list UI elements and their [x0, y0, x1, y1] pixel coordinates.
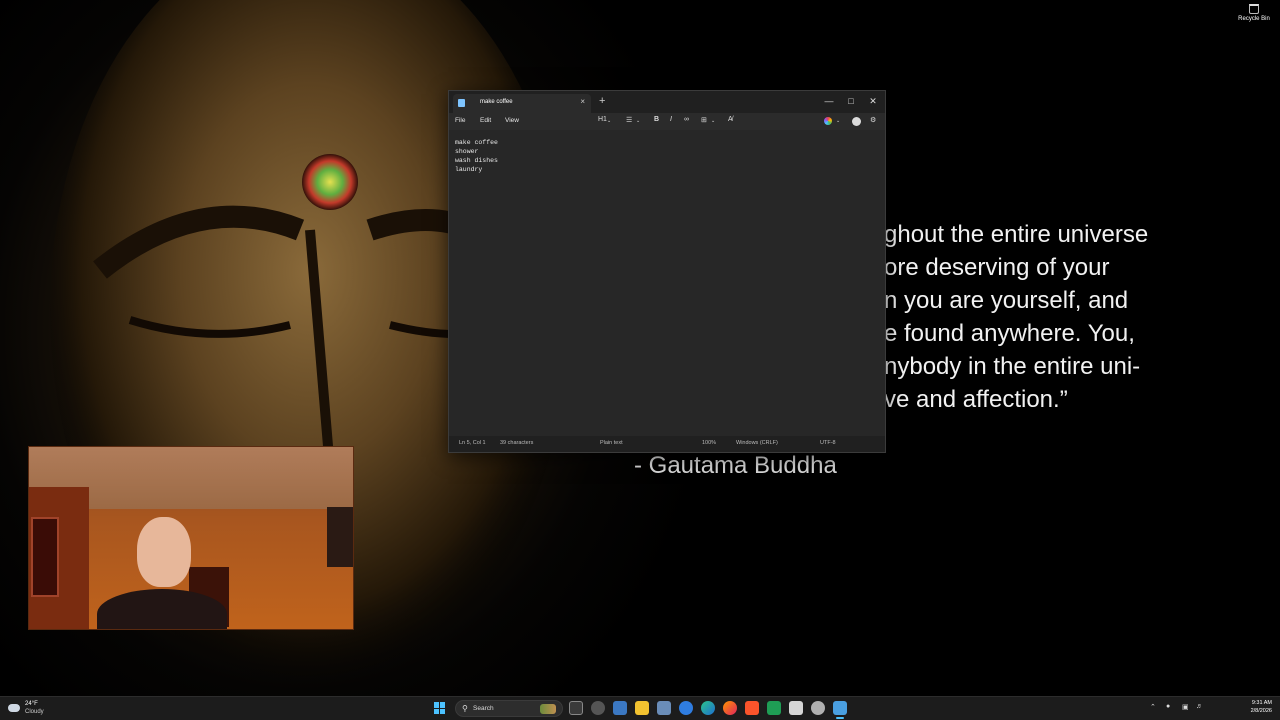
webcam-person-head — [137, 517, 191, 587]
app-icon[interactable] — [811, 701, 825, 715]
brave-browser-icon[interactable] — [745, 701, 759, 715]
menu-view[interactable]: View — [505, 117, 519, 124]
notepad-taskbar-icon[interactable] — [833, 701, 847, 719]
quote-line: ore deserving of your — [884, 254, 1110, 281]
table-icon[interactable]: ⊞ — [701, 116, 707, 124]
system-tray: ⌃ ● ▣ ♬ — [1150, 699, 1220, 719]
chevron-down-icon[interactable]: ⌄ — [711, 118, 715, 124]
italic-button[interactable]: I — [670, 116, 672, 123]
tab-title: make coffee — [480, 99, 513, 105]
chevron-down-icon[interactable]: ⌄ — [636, 118, 640, 124]
heading-dropdown[interactable]: H1 — [598, 116, 607, 123]
text-line: make coffee — [455, 139, 498, 146]
calculator-icon[interactable] — [657, 701, 671, 715]
recycle-bin[interactable]: Recycle Bin — [1236, 4, 1272, 22]
zoom-level[interactable]: 100% — [702, 440, 716, 446]
chevron-down-icon[interactable]: ⌄ — [836, 118, 840, 124]
search-label: Search — [473, 705, 494, 712]
weather-condition: Cloudy — [25, 709, 44, 715]
microphone-icon[interactable]: ● — [1166, 703, 1170, 710]
quote-line: ve and affection.” — [884, 386, 1068, 413]
taskbar-search[interactable]: ⚲ Search — [455, 700, 563, 717]
clock-date: 2/8/2026 — [1250, 708, 1272, 714]
firefox-icon[interactable] — [723, 701, 737, 715]
file-explorer-icon[interactable] — [635, 701, 649, 715]
menu-edit[interactable]: Edit — [480, 117, 491, 124]
webcam-door — [327, 507, 353, 567]
cursor-position: Ln 5, Col 1 — [459, 440, 486, 446]
search-icon: ⚲ — [462, 704, 468, 713]
maximize-button[interactable]: □ — [840, 93, 862, 109]
clock-time: 9:31 AM — [1251, 700, 1272, 706]
quote-line: n you are yourself, and — [884, 287, 1129, 314]
widgets-icon[interactable] — [613, 701, 627, 715]
list-icon[interactable]: ☰ — [626, 116, 632, 124]
volume-icon[interactable]: ♬ — [1196, 703, 1203, 710]
close-button[interactable]: ✕ — [862, 93, 884, 109]
text-line: laundry — [455, 166, 483, 173]
app-icon[interactable] — [679, 701, 693, 715]
character-count: 39 characters — [500, 440, 534, 446]
chevron-down-icon[interactable]: ⌄ — [607, 118, 611, 124]
chevron-up-icon[interactable]: ⌃ — [1150, 703, 1156, 711]
text-line: wash dishes — [455, 157, 498, 164]
task-view-icon[interactable] — [569, 701, 583, 715]
quote-line: ghout the entire universe — [884, 221, 1149, 248]
clock[interactable]: 9:31 AM 2/8/2026 — [1251, 699, 1272, 715]
line-ending[interactable]: Windows (CRLF) — [736, 440, 778, 446]
title-bar[interactable]: make coffee × + — □ ✕ — [449, 91, 885, 113]
quote-line: nybody in the entire uni- — [884, 353, 1141, 380]
quote-author: - Gautama Buddha — [634, 452, 837, 479]
bold-button[interactable]: B — [654, 116, 659, 123]
menu-bar: File Edit View H1 ⌄ ☰ ⌄ B I ∞ ⊞ ⌄ A̸ ⌄ ⚙ — [449, 113, 885, 130]
weather-temp: 24°F — [25, 701, 38, 707]
new-tab-button[interactable]: + — [599, 95, 605, 107]
webcam-overlay — [28, 446, 354, 630]
xbox-icon[interactable] — [767, 701, 781, 715]
clear-formatting-icon[interactable]: A̸ — [728, 116, 733, 123]
quote-line: e found anywhere. You, — [884, 320, 1135, 347]
webcam-picture-frame — [31, 517, 59, 597]
tab-close-icon[interactable]: × — [580, 97, 585, 106]
network-icon[interactable]: ▣ — [1182, 703, 1189, 711]
notepad-icon — [458, 99, 465, 107]
notepad-window[interactable]: make coffee × + — □ ✕ File Edit View H1 … — [448, 90, 886, 453]
store-icon[interactable] — [789, 701, 803, 715]
format-indicator[interactable]: Plain text — [600, 440, 623, 446]
text-line: shower — [455, 148, 479, 155]
settings-gear-icon[interactable]: ⚙ — [870, 116, 876, 124]
account-icon[interactable] — [852, 117, 861, 126]
edge-browser-icon[interactable] — [701, 701, 715, 715]
taskbar: 24°F Cloudy ⚲ Search ⌃ ● ▣ ♬ 9:31 AM 2/8… — [0, 696, 1280, 720]
minimize-button[interactable]: — — [818, 93, 840, 109]
text-editor[interactable]: make coffee shower wash dishes laundry — [449, 130, 885, 434]
search-highlight-icon — [540, 704, 556, 714]
start-button[interactable] — [434, 702, 446, 714]
windows-logo-icon — [434, 702, 439, 708]
recycle-bin-label: Recycle Bin — [1238, 16, 1270, 22]
link-icon[interactable]: ∞ — [684, 116, 689, 123]
copilot-icon[interactable] — [824, 117, 832, 125]
menu-file[interactable]: File — [455, 117, 465, 124]
settings-app-icon[interactable] — [591, 701, 605, 715]
recycle-bin-icon — [1249, 4, 1259, 14]
status-bar: Ln 5, Col 1 39 characters Plain text 100… — [449, 436, 885, 452]
encoding[interactable]: UTF-8 — [820, 440, 836, 446]
desktop: Recycle Bin ghout the entire universe or… — [0, 0, 1280, 720]
tab-make-coffee[interactable]: make coffee × — [453, 94, 591, 113]
cloud-icon — [8, 704, 20, 712]
